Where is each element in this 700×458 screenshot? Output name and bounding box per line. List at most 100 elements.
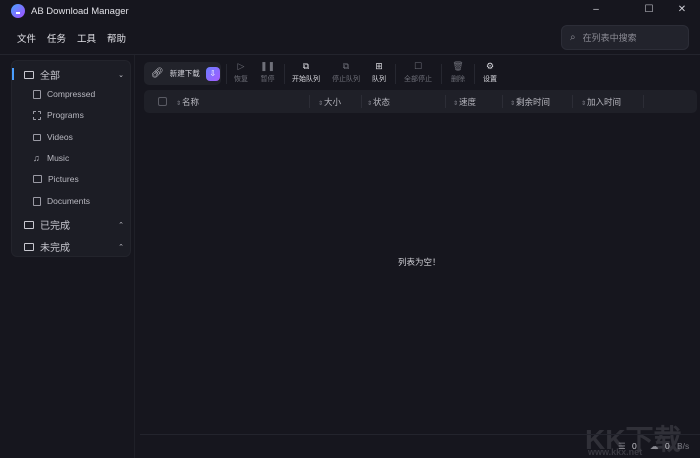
chevron-up-icon[interactable]: ⌃ xyxy=(118,243,124,251)
label: Programs xyxy=(47,110,84,120)
queue-list-icon: ☰ xyxy=(618,441,626,451)
app-title: AB Download Manager xyxy=(11,4,129,18)
label: 队列 xyxy=(372,76,386,83)
divider xyxy=(0,54,700,55)
label: Compressed xyxy=(47,89,96,99)
label: 暂停 xyxy=(260,76,275,83)
active-count: 0 xyxy=(632,441,637,451)
sidebar-item-documents[interactable]: Documents xyxy=(33,196,90,206)
label: Videos xyxy=(47,132,73,142)
image-icon xyxy=(33,175,42,183)
new-download-button[interactable]: 🔗︎ 新建下载 ⇩ xyxy=(144,62,221,85)
sidebar-item-programs[interactable]: Programs xyxy=(33,110,84,120)
chevron-down-icon[interactable]: ⌄ xyxy=(118,71,124,79)
label: 未完成 xyxy=(40,243,70,254)
label: Documents xyxy=(47,196,90,206)
divider xyxy=(226,64,227,84)
download-speed: 0 xyxy=(665,441,670,451)
app-logo-icon xyxy=(11,4,25,18)
sidebar: 全部 ⌄ Compressed Programs Videos ♫ Music Pi… xyxy=(11,60,131,257)
link-icon: 🔗︎ xyxy=(151,68,164,79)
music-icon: ♫ xyxy=(33,153,40,163)
close-button[interactable]: ✕ xyxy=(672,4,692,15)
label: 全部停止 xyxy=(404,76,432,83)
label: 新建下载 xyxy=(169,69,200,78)
sidebar-item-finished[interactable]: 已完成 ⌃ xyxy=(24,217,124,232)
column-separator[interactable] xyxy=(502,95,503,108)
menu-help[interactable]: 帮助 xyxy=(107,31,126,45)
menu-bar: 文件 任务 工具 帮助 xyxy=(17,31,126,45)
search-input[interactable]: ⌕ 在列表中搜索 xyxy=(561,25,689,50)
label: 已完成 xyxy=(40,221,70,232)
resume-button[interactable]: ▷ 恢复 xyxy=(234,61,248,84)
queue-icon: ⊞ xyxy=(375,61,383,71)
maximize-button[interactable]: ☐ xyxy=(639,4,659,15)
folder-icon xyxy=(24,70,34,79)
stop-icon: ☐ xyxy=(413,61,423,71)
video-icon xyxy=(33,133,41,141)
column-status[interactable]: ⇕状态 xyxy=(367,96,390,108)
play-icon: ▷ xyxy=(237,61,245,71)
queue-stop-icon: ⧉ xyxy=(342,61,350,71)
sidebar-item-unfinished[interactable]: 未完成 ⌃ xyxy=(24,239,124,254)
column-speed[interactable]: ⇕速度 xyxy=(453,96,476,108)
label: 恢复 xyxy=(234,76,248,83)
search-icon: ⌕ xyxy=(570,32,576,43)
sidebar-item-videos[interactable]: Videos xyxy=(33,132,73,142)
sidebar-item-all[interactable]: 全部 ⌄ xyxy=(24,67,124,82)
label: 删除 xyxy=(451,76,465,83)
folder-icon xyxy=(24,242,34,251)
trash-icon: 🗑︎ xyxy=(452,61,464,71)
divider xyxy=(134,55,135,458)
column-separator[interactable] xyxy=(445,95,446,108)
delete-button[interactable]: 🗑︎ 删除 xyxy=(451,61,465,84)
select-all-checkbox[interactable] xyxy=(158,97,167,106)
label: Pictures xyxy=(48,174,79,184)
column-separator[interactable] xyxy=(361,95,362,108)
stop-queue-button[interactable]: ⧉ 停止队列 xyxy=(332,61,360,84)
gear-icon: ⚙ xyxy=(485,61,495,71)
cloud-download-icon[interactable]: ⇩ xyxy=(205,66,220,81)
apps-icon xyxy=(33,110,41,120)
search-placeholder: 在列表中搜索 xyxy=(582,33,637,43)
pause-icon: ❚❚ xyxy=(260,61,276,71)
start-queue-button[interactable]: ⧉ 开始队列 xyxy=(292,61,320,84)
chevron-up-icon[interactable]: ⌃ xyxy=(118,221,124,229)
queue-start-icon: ⧉ xyxy=(302,61,310,71)
divider xyxy=(284,64,285,84)
label: 停止队列 xyxy=(332,76,360,83)
divider xyxy=(474,64,475,84)
active-indicator xyxy=(12,68,14,80)
sidebar-item-pictures[interactable]: Pictures xyxy=(33,174,79,184)
menu-tasks[interactable]: 任务 xyxy=(47,31,66,45)
sidebar-item-compressed[interactable]: Compressed xyxy=(33,89,95,99)
folder-icon xyxy=(24,220,34,229)
pause-button[interactable]: ❚❚ 暂停 xyxy=(260,61,275,84)
label: 设置 xyxy=(483,76,497,83)
column-separator[interactable] xyxy=(309,95,310,108)
column-added-time[interactable]: ⇕加入时间 xyxy=(581,96,621,108)
label: 全部 xyxy=(40,71,60,82)
label: 开始队列 xyxy=(292,76,320,83)
minimize-button[interactable]: – xyxy=(586,4,606,15)
column-separator[interactable] xyxy=(643,95,644,108)
divider xyxy=(441,64,442,84)
queue-button[interactable]: ⊞ 队列 xyxy=(372,61,386,84)
column-separator[interactable] xyxy=(572,95,573,108)
divider xyxy=(395,64,396,84)
download-speed-icon: ☁ xyxy=(650,441,659,451)
speed-unit: B/s xyxy=(677,441,690,451)
column-size[interactable]: ⇕大小 xyxy=(318,96,341,108)
settings-button[interactable]: ⚙ 设置 xyxy=(483,61,497,84)
sidebar-item-music[interactable]: ♫ Music xyxy=(33,153,69,163)
menu-tools[interactable]: 工具 xyxy=(77,31,96,45)
divider xyxy=(140,434,700,435)
stop-all-button[interactable]: ☐ 全部停止 xyxy=(404,61,432,84)
table-header: ⇕名称 ⇕大小 ⇕状态 ⇕速度 ⇕剩余时间 ⇕加入时间 xyxy=(144,90,697,113)
menu-file[interactable]: 文件 xyxy=(17,31,36,45)
app-title-text: AB Download Manager xyxy=(31,5,129,17)
archive-icon xyxy=(33,89,41,99)
empty-list-message: 列表为空！ xyxy=(398,257,441,267)
column-remaining-time[interactable]: ⇕剩余时间 xyxy=(510,96,550,108)
column-name[interactable]: ⇕名称 xyxy=(176,96,199,108)
